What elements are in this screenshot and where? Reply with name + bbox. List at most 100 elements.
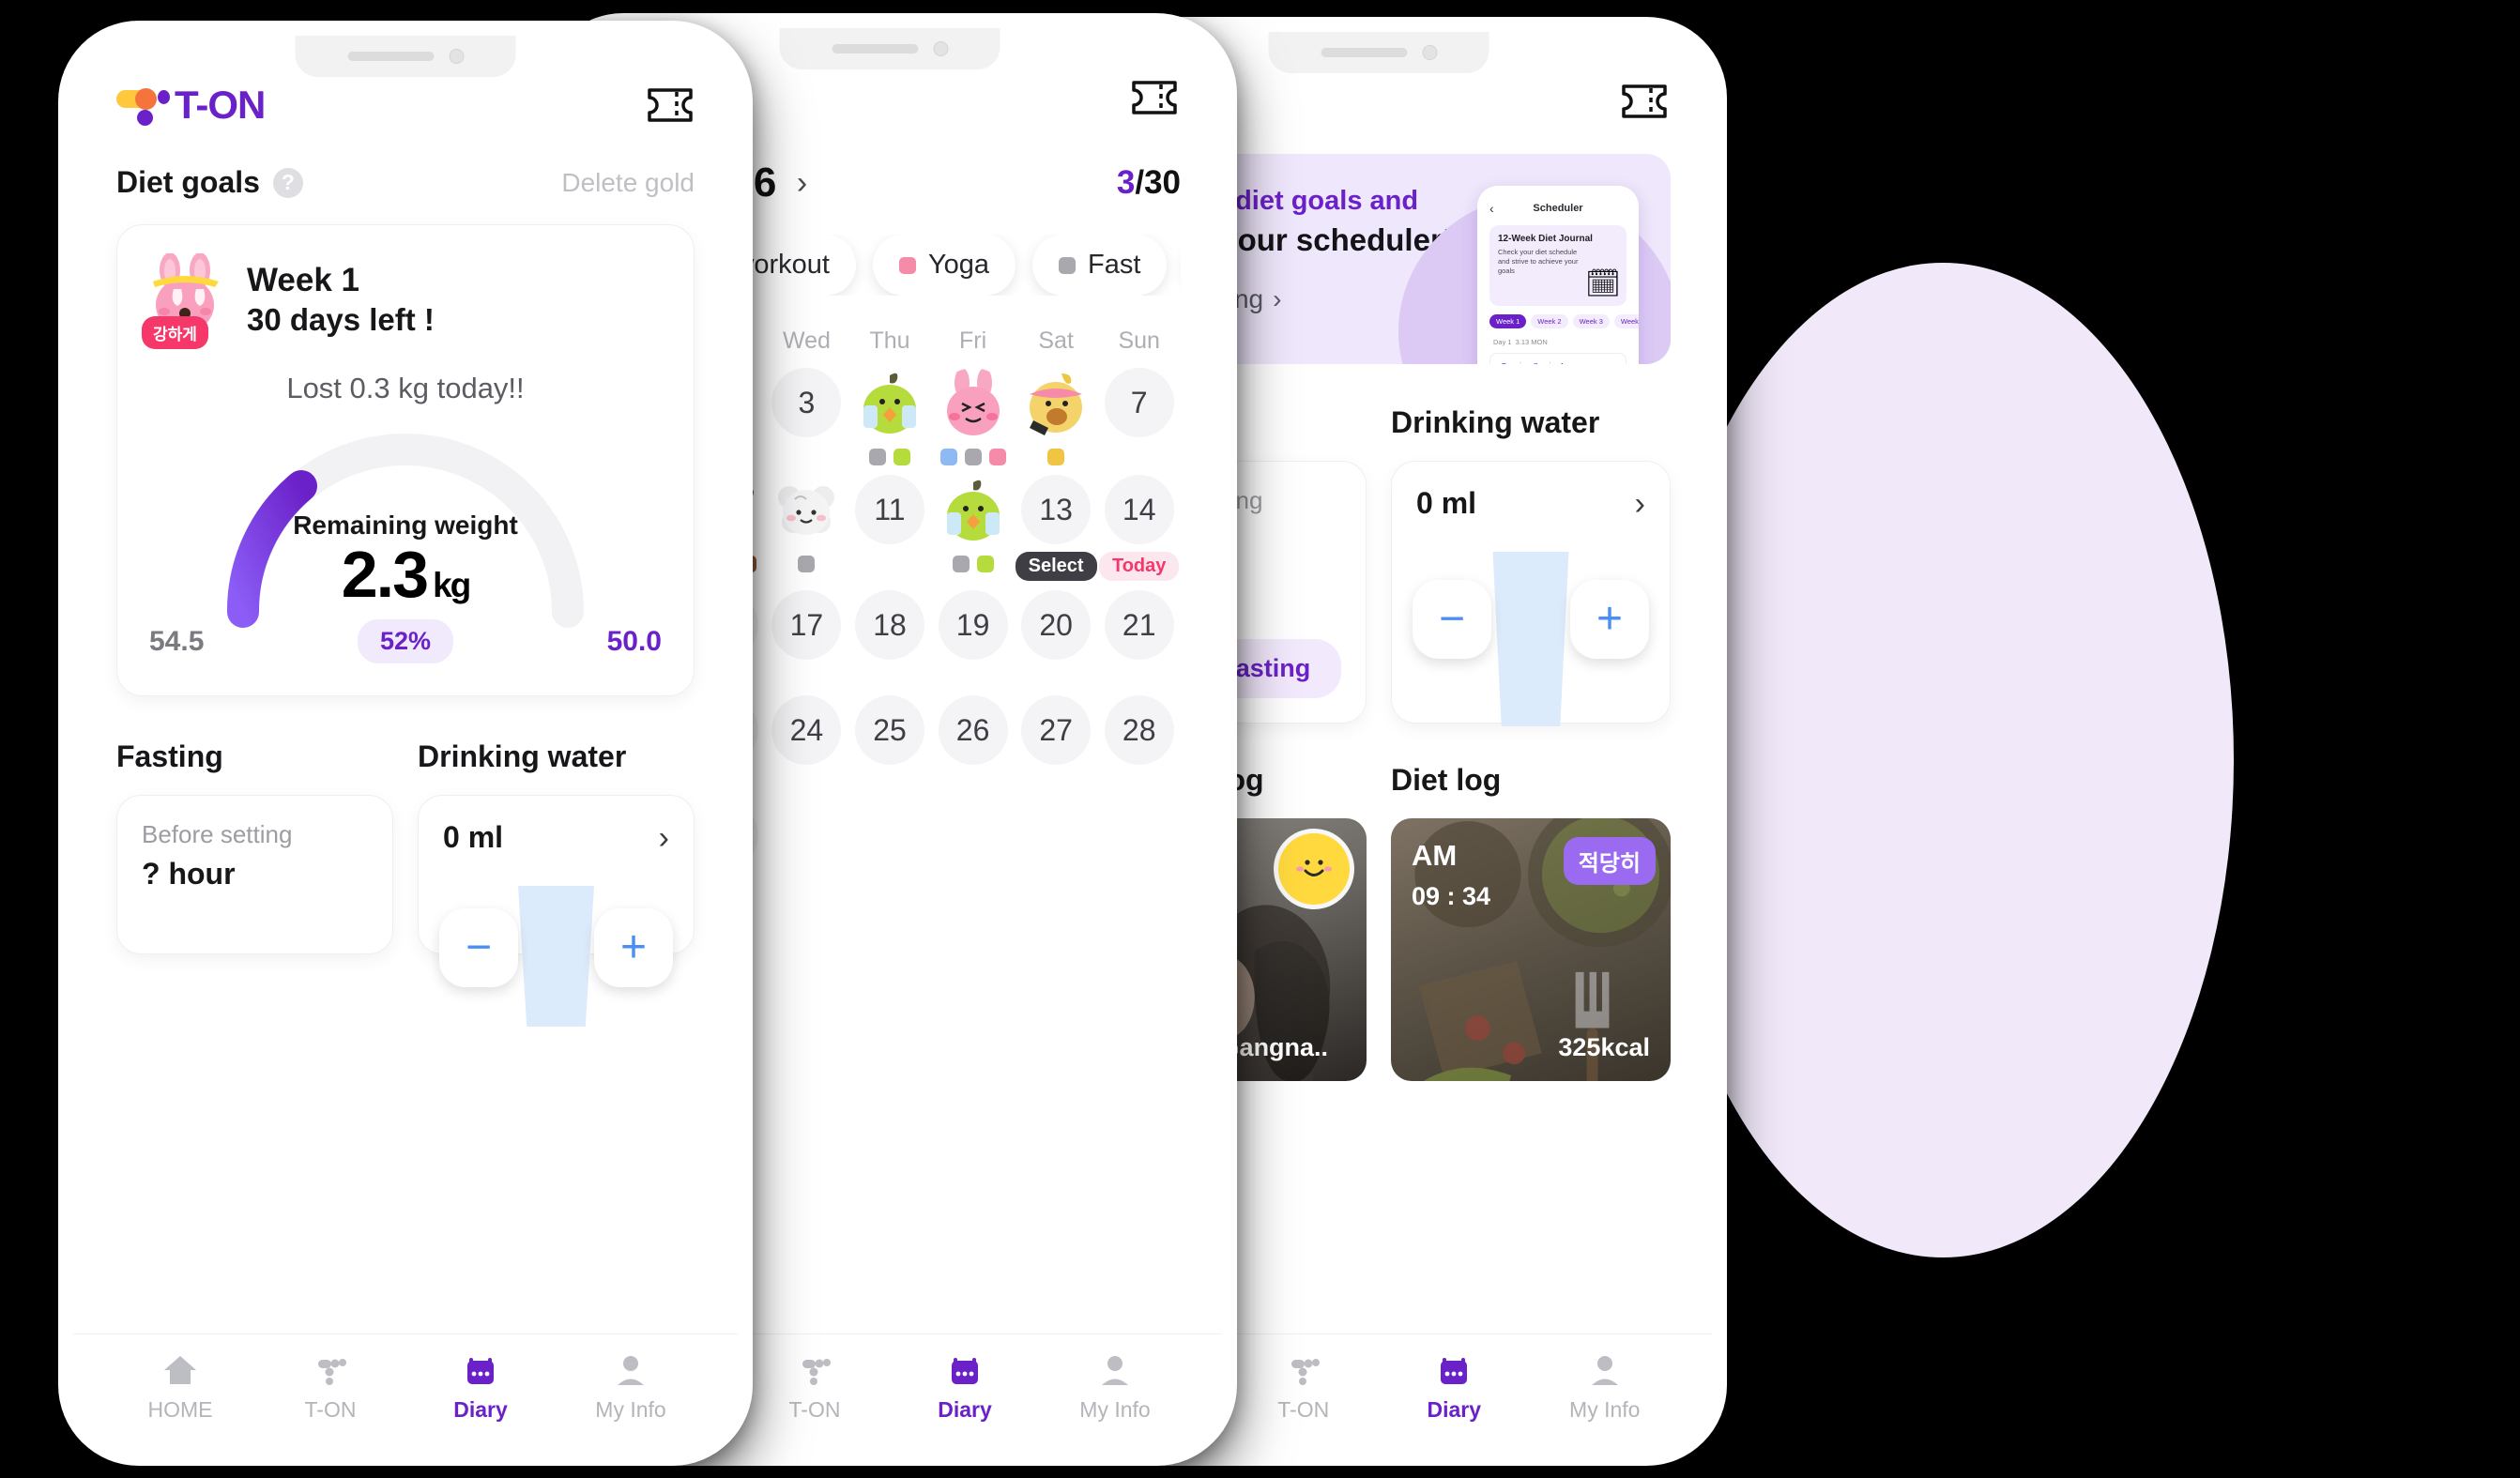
water-amount: 0 ml [1416,486,1477,520]
calendar-day-28[interactable]: 28 [1097,695,1181,791]
calendar-day-5[interactable] [931,368,1015,465]
phone-notch [1268,32,1489,73]
mock-week-chip-3: Week 3 [1572,314,1610,328]
phone-notch [779,28,1000,69]
mock-week-chip-4: Week 4 [1613,314,1639,328]
diet-portion-badge: 적당히 [1563,837,1656,885]
calendar-day-20[interactable]: 20 [1015,590,1098,686]
filter-chip-fast[interactable]: Fast [1032,235,1168,296]
water-card-header: 0 ml › [1416,486,1645,521]
calendar-day-14[interactable]: 14 Today [1097,475,1181,581]
calendar-day-25[interactable]: 25 [848,695,932,791]
nav-item-myinfo[interactable]: My Info [1040,1351,1190,1423]
day-number: 20 [1021,590,1092,660]
chevron-right-icon[interactable]: › [659,822,669,854]
fasting-card[interactable]: Before setting ? hour [116,795,393,954]
day-number: 13 [1021,475,1092,544]
calendar-day-26[interactable]: 26 [931,695,1015,791]
calendar-day-24[interactable]: 24 [765,695,848,791]
nav-item-ton[interactable]: T-ON [1229,1351,1380,1423]
nav-item-diary[interactable]: Diary [890,1351,1040,1423]
activity-dot [964,449,982,465]
day-number: 25 [854,695,924,765]
diet-log-card[interactable]: AM 09 : 34 적당히 325kcal [1391,818,1671,1081]
ticket-icon[interactable] [646,86,695,124]
diet-goals-header: Diet goals ? Delete gold [116,165,695,200]
activity-dots [798,556,816,572]
nav-item-ton[interactable]: T-ON [255,1351,405,1423]
chevron-right-icon[interactable]: › [1635,488,1645,520]
activity-dot [988,449,1006,465]
delete-gold-link[interactable]: Delete gold [561,168,695,198]
selected-badge: Select [1015,552,1097,581]
ticket-icon[interactable] [1130,79,1179,116]
calendar-day-11[interactable]: 11 [848,475,932,581]
water-decrement-button[interactable]: − [1413,580,1491,659]
calendar-day-7[interactable]: 7 [1097,368,1181,465]
water-card-3[interactable]: 0 ml › − + [1391,461,1671,726]
fasting-water-cards: Before setting ? hour 0 ml › − + [116,795,695,1027]
calendar-day-21[interactable]: 21 [1097,590,1181,686]
nav-item-diary[interactable]: Diary [405,1351,556,1423]
calendar-day-3[interactable]: 3 [765,368,848,465]
activity-dots [1047,449,1065,465]
gauge-label: Remaining weight [293,510,518,540]
water-title: Drinking water [418,739,627,773]
nav-item-diary[interactable]: Diary [1379,1351,1530,1423]
filter-chip-yoga[interactable]: Yoga [872,235,1016,296]
count-total: /30 [1135,164,1181,201]
rabbit-avatar [938,368,1009,439]
water-decrement-button[interactable]: − [439,908,518,987]
gauge-value: 2.3 kg [145,540,665,610]
chip-label: Yoga [927,250,990,280]
nav-label-home: HOME [147,1397,213,1422]
calendar-icon [462,1351,499,1389]
diet-calories: 325kcal [1558,1033,1650,1061]
next-month-button[interactable]: › [797,167,807,199]
calendar-day-12[interactable] [931,475,1015,581]
goal-card[interactable]: 강하게 Week 1 30 days left ! Lost 0.3 kg to… [116,224,695,696]
calendar-day-10[interactable] [765,475,848,581]
chick-avatar [854,368,925,439]
logo-text: T-ON [175,83,266,127]
mock-journal-card: 12-Week Diet Journal Check your diet sch… [1489,225,1627,306]
phone-notch [295,36,516,77]
nav-item-ton[interactable]: T-ON [740,1351,890,1423]
help-icon[interactable]: ? [272,167,303,198]
water-card[interactable]: 0 ml › − + [418,795,695,1027]
notch-speaker [347,52,434,61]
nav-item-myinfo[interactable]: My Info [1530,1351,1681,1423]
calendar-day-27[interactable]: 27 [1015,695,1098,791]
weekday-thu: Thu [869,328,910,354]
nav-label-myinfo: My Info [595,1397,666,1422]
ticket-icon[interactable] [1620,83,1669,120]
calendar-day-17[interactable]: 17 [765,590,848,686]
app-logo[interactable]: T-ON [116,83,266,127]
mock-day-label: Day 1 3.13 MON [1489,337,1627,346]
water-increment-button[interactable]: + [594,908,673,987]
diet-log-info: AM 09 : 34 [1412,839,1490,911]
water-increment-button[interactable]: + [1570,580,1649,659]
day-number: 7 [1104,368,1174,437]
smiley-icon [1278,833,1350,905]
water-glass-icon [518,886,594,1027]
notch-camera [933,41,948,56]
duck-avatar [1020,368,1092,439]
weight-gauge: Remaining weight 2.3 kg [145,413,665,640]
calendar-day-19[interactable]: 19 [931,590,1015,686]
mock-day-date: 3.13 MON [1515,338,1548,346]
calendar-day-18[interactable]: 18 [848,590,932,686]
chevron-right-icon: › [1273,284,1282,313]
count-current: 3 [1116,164,1136,201]
gauge-readout: Remaining weight 2.3 kg [145,510,665,610]
calendar-day-4[interactable] [848,368,932,465]
nav-item-home[interactable]: HOME [105,1351,255,1423]
calendar-day-13[interactable]: 13 Select [1015,475,1098,581]
chip-label: Fast [1088,250,1141,280]
mock-card-title: 12-Week Diet Journal [1498,234,1593,244]
calendar-day-count: 3/30 [1117,164,1181,202]
nav-item-myinfo[interactable]: My Info [556,1351,706,1423]
promo-phone-mockup: ‹ Scheduler 12-Week Diet Journal Check y… [1477,186,1639,364]
calendar-day-6[interactable] [1015,368,1098,465]
activity-dots [952,556,994,572]
